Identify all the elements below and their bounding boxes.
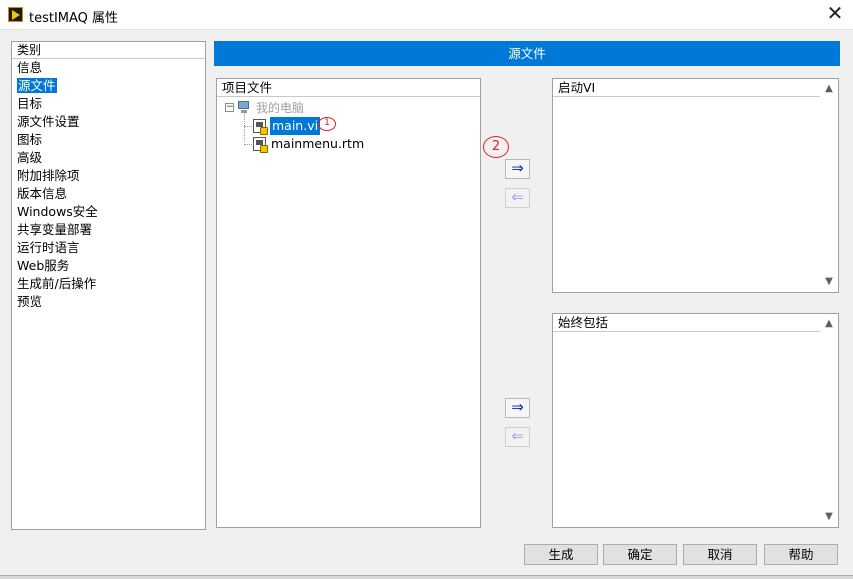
category-item-pre-post-build-actions[interactable]: 生成前/后操作	[12, 275, 205, 293]
category-item-web-services[interactable]: Web服务	[12, 257, 205, 275]
scroll-up-icon[interactable]: ▲	[820, 316, 838, 332]
help-button[interactable]: 帮助	[764, 544, 838, 565]
category-item-windows-security[interactable]: Windows安全	[12, 203, 205, 221]
category-item-source-files[interactable]: 源文件	[12, 77, 205, 95]
category-item-icon[interactable]: 图标	[12, 131, 205, 149]
category-item-advanced[interactable]: 高级	[12, 149, 205, 167]
startup-vis-scrollbar[interactable]: ▲ ▼	[820, 79, 838, 292]
labview-app-icon	[8, 7, 23, 22]
category-item-info[interactable]: 信息	[12, 59, 205, 77]
file-tree: − 我的电脑 main.vi mainmenu.rtm	[217, 97, 480, 153]
category-item-additional-exclusions[interactable]: 附加排除项	[12, 167, 205, 185]
tree-item-label: main.vi	[270, 117, 321, 135]
annotation-mark-1: 1	[318, 117, 336, 131]
category-item-runtime-languages[interactable]: 运行时语言	[12, 239, 205, 257]
vi-file-icon	[253, 119, 268, 135]
category-item-preview[interactable]: 预览	[12, 293, 205, 311]
tree-item-label: mainmenu.rtm	[271, 136, 365, 151]
always-included-scrollbar[interactable]: ▲ ▼	[820, 314, 838, 527]
project-files-tree: 项目文件 − 我的电脑 main.vi mainmenu.rtm	[216, 78, 481, 528]
scroll-down-icon[interactable]: ▼	[820, 274, 838, 290]
rtm-file-icon	[253, 137, 268, 153]
category-list: 类别 信息 源文件 目标 源文件设置 图标 高级 附加排除项 版本信息 Wind…	[11, 41, 206, 530]
remove-from-always-included-button[interactable]: ⇐	[505, 427, 530, 447]
category-item-destinations[interactable]: 目标	[12, 95, 205, 113]
category-item-version-info[interactable]: 版本信息	[12, 185, 205, 203]
computer-screen	[238, 101, 249, 109]
scroll-down-icon[interactable]: ▼	[820, 509, 838, 525]
remove-from-startup-vis-button[interactable]: ⇐	[505, 188, 530, 208]
section-title-banner: 源文件	[214, 41, 840, 66]
tree-root-label: 我的电脑	[256, 101, 305, 115]
build-button[interactable]: 生成	[524, 544, 598, 565]
project-files-header: 项目文件	[217, 79, 480, 97]
window-title: testIMAQ 属性	[29, 11, 119, 26]
tree-connector	[244, 126, 252, 127]
tree-item-mainmenu-rtm[interactable]: mainmenu.rtm	[217, 135, 480, 153]
category-item-source-file-settings[interactable]: 源文件设置	[12, 113, 205, 131]
ok-button[interactable]: 确定	[603, 544, 677, 565]
cancel-button[interactable]: 取消	[683, 544, 757, 565]
tree-item-main-vi[interactable]: main.vi	[217, 117, 480, 135]
startup-vis-list[interactable]: 启动VI ▲ ▼	[552, 78, 839, 293]
startup-vis-header: 启动VI	[553, 79, 820, 97]
add-to-always-included-button[interactable]: ⇒	[505, 398, 530, 418]
bottom-edge	[0, 575, 853, 579]
scroll-up-icon[interactable]: ▲	[820, 81, 838, 97]
close-icon[interactable]: ✕	[820, 2, 850, 26]
tree-root-my-computer[interactable]: − 我的电脑	[217, 99, 480, 142]
category-header: 类别	[12, 42, 205, 59]
category-item-shared-variable-deployment[interactable]: 共享变量部署	[12, 221, 205, 239]
always-included-list[interactable]: 始终包括 ▲ ▼	[552, 313, 839, 528]
always-included-header: 始终包括	[553, 314, 820, 332]
add-to-startup-vis-button[interactable]: ⇒	[505, 159, 530, 179]
collapse-icon[interactable]: −	[225, 103, 234, 112]
annotation-mark-2: 2	[483, 136, 509, 158]
title-bar: testIMAQ 属性 ✕	[0, 0, 853, 30]
tree-connector	[244, 144, 252, 145]
